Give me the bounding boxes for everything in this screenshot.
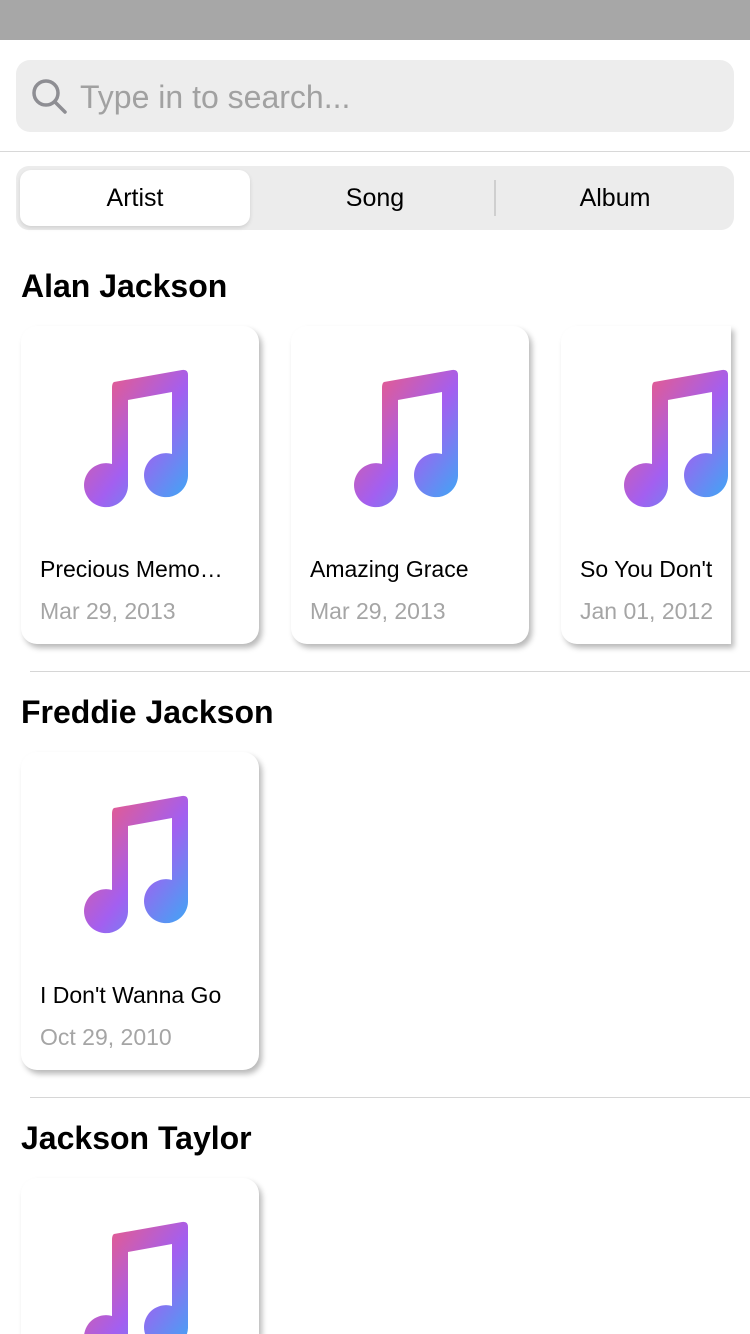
segment-artist[interactable]: Artist [20, 170, 250, 226]
section-title-artist: Jackson Taylor [21, 1120, 252, 1156]
song-date: Jan 01, 2012 [580, 598, 714, 624]
song-card[interactable]: So You Don't Jan 01, 2012 [561, 326, 731, 644]
song-card[interactable]: Precious Memo… Mar 29, 2013 [21, 326, 259, 644]
search-bar-container [0, 40, 750, 152]
segment-album[interactable]: Album [500, 170, 730, 226]
music-note-icon [346, 368, 464, 512]
section-divider [30, 671, 750, 672]
song-date: Mar 29, 2013 [40, 598, 176, 624]
search-icon [32, 79, 67, 114]
song-title: I Don't Wanna Go [40, 982, 222, 1008]
song-card[interactable]: Amazing Grace Mar 29, 2013 [291, 326, 529, 644]
section-title-artist: Alan Jackson [21, 268, 228, 304]
music-note-icon [616, 368, 731, 512]
music-note-icon [76, 1220, 194, 1334]
song-date: Oct 29, 2010 [40, 1024, 172, 1050]
section-divider [30, 1097, 750, 1098]
search-input[interactable] [78, 60, 722, 134]
section-title-artist: Freddie Jackson [21, 694, 274, 730]
song-title: Precious Memo… [40, 556, 223, 582]
segment-divider [494, 180, 496, 216]
status-bar [0, 0, 750, 40]
song-date: Mar 29, 2013 [310, 598, 446, 624]
song-card[interactable] [21, 1178, 259, 1334]
search-field[interactable] [16, 60, 734, 134]
music-note-icon [76, 368, 194, 512]
song-title: Amazing Grace [310, 556, 469, 582]
segment-song[interactable]: Song [260, 170, 490, 226]
song-title: So You Don't [580, 556, 713, 582]
song-card[interactable]: I Don't Wanna Go Oct 29, 2010 [21, 752, 259, 1070]
music-note-icon [76, 794, 194, 938]
category-segmented-control: Artist Song Album [16, 166, 734, 230]
